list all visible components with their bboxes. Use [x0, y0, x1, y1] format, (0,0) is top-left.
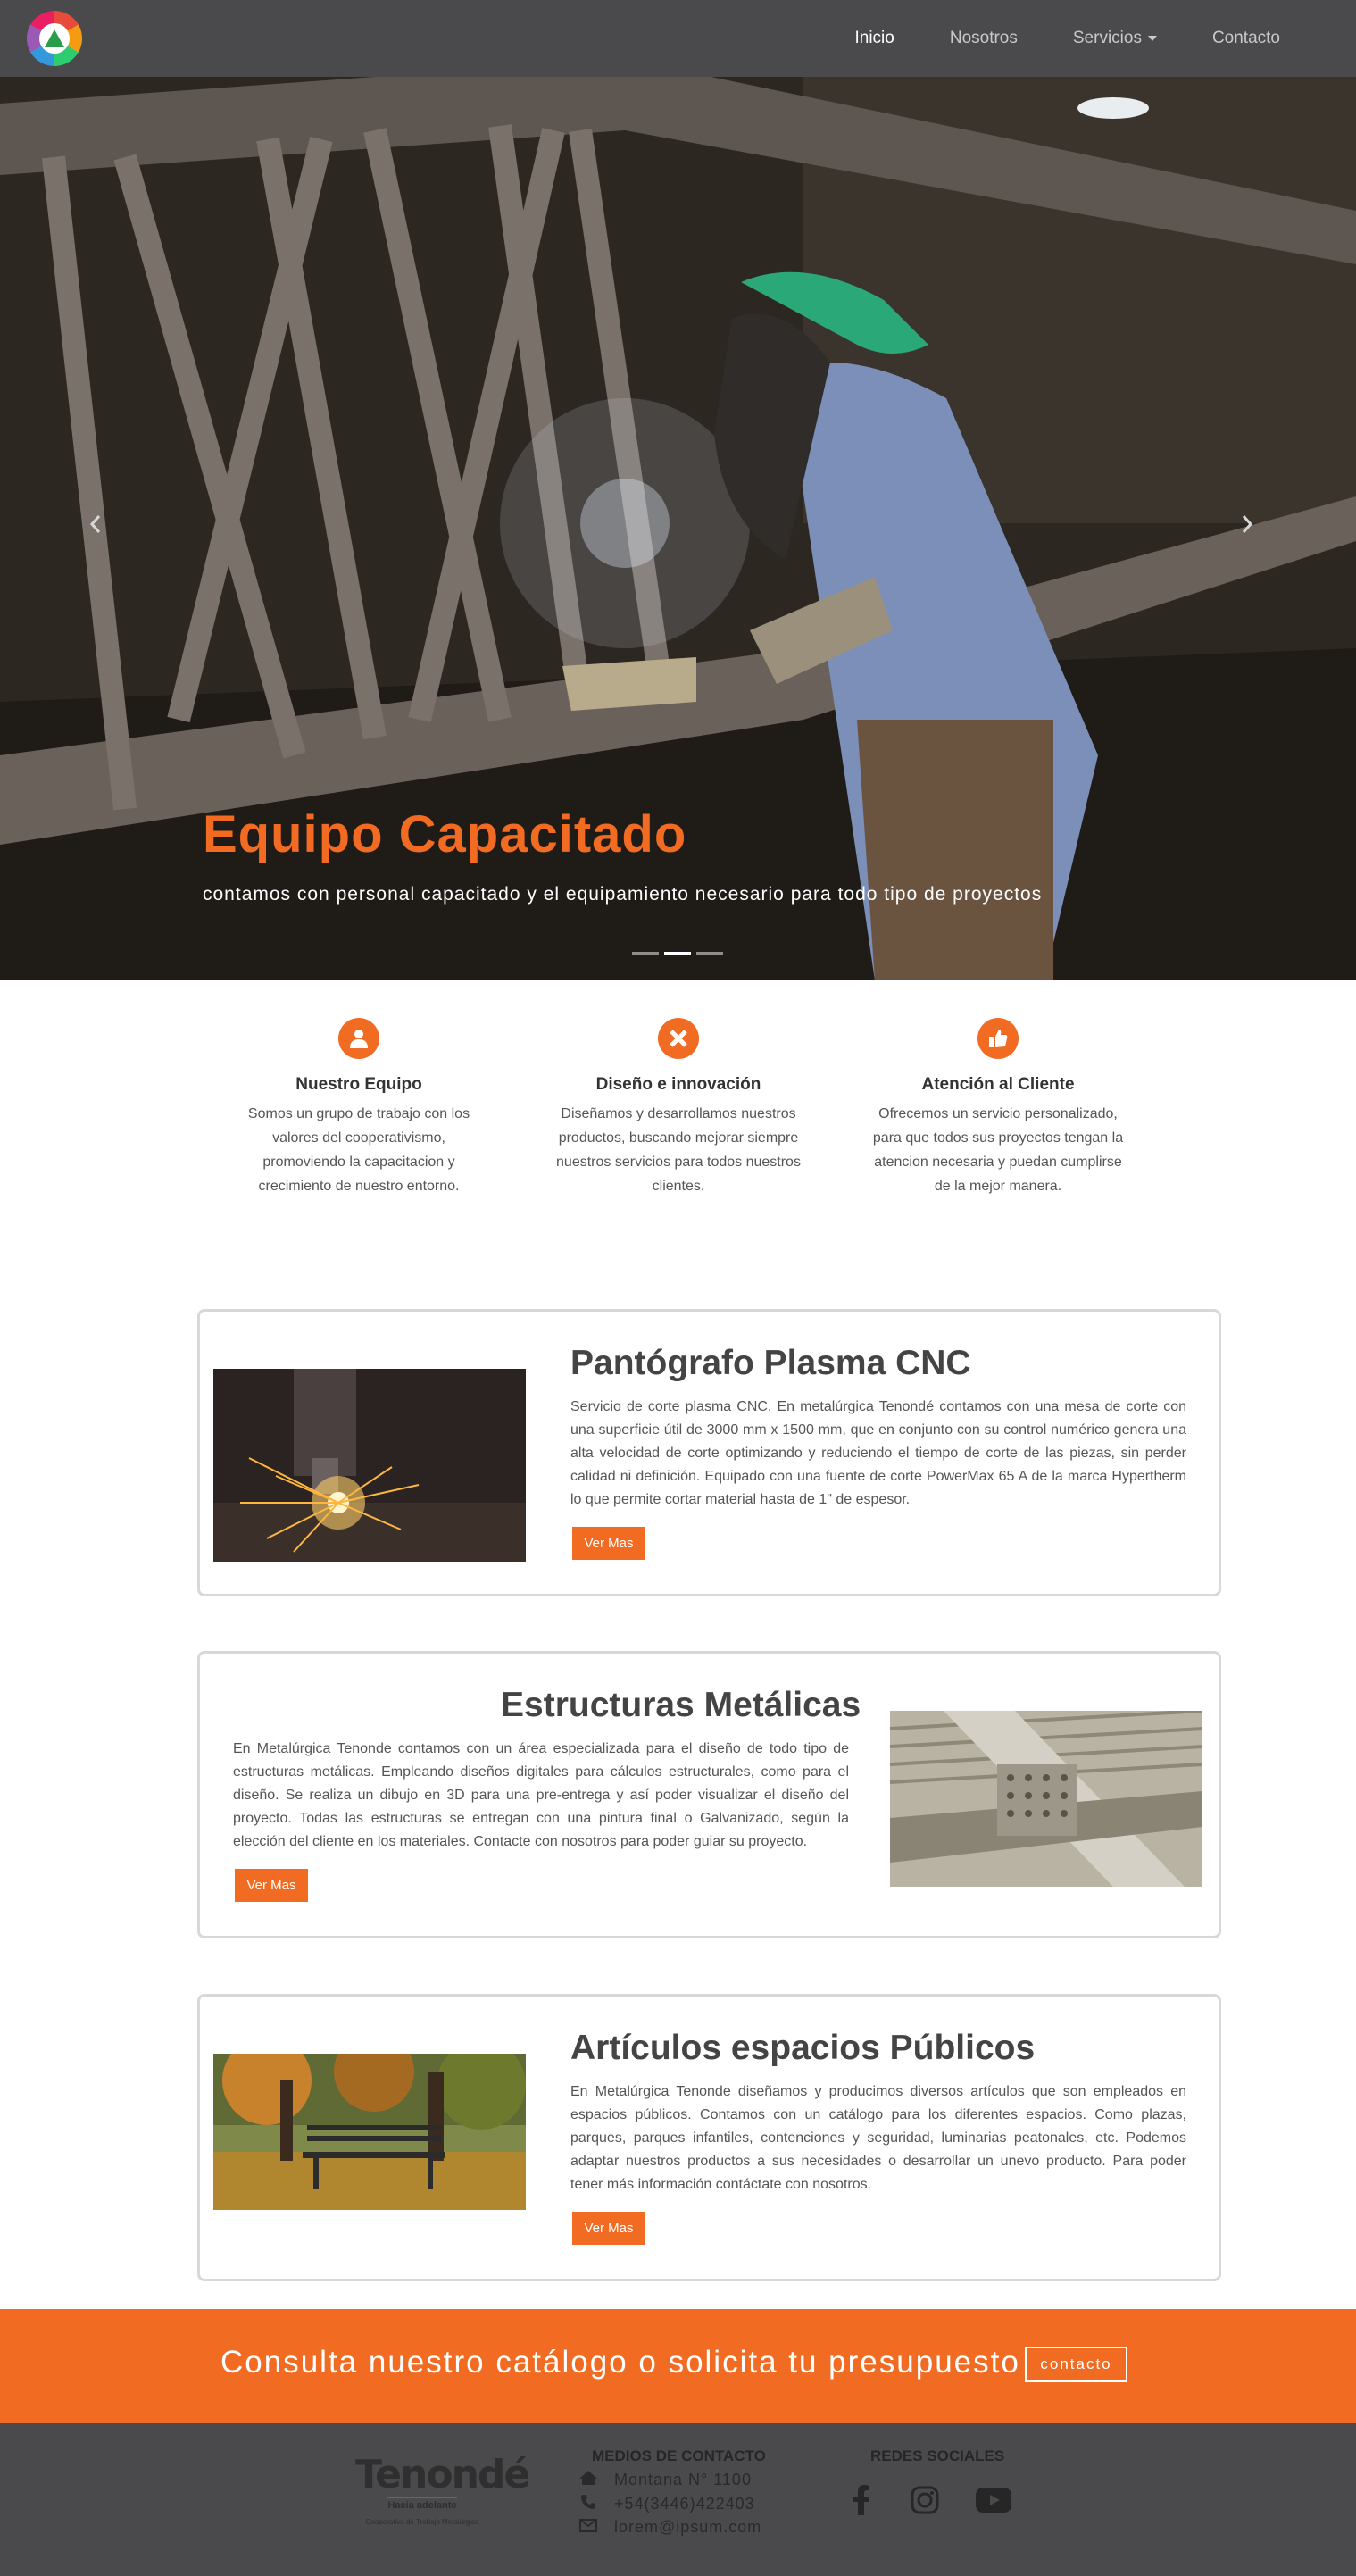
- facebook-icon[interactable]: [844, 2482, 879, 2518]
- caret-down-icon: [1147, 35, 1157, 41]
- contacto-button[interactable]: contacto: [1025, 2347, 1127, 2382]
- service-card-plasma: Pantógrafo Plasma CNC Servicio de corte …: [197, 1309, 1221, 1596]
- contact-email-text[interactable]: lorem@ipsum.com: [614, 2518, 761, 2537]
- card-text: Servicio de corte plasma CNC. En metalúr…: [570, 1399, 1186, 1507]
- feature-text-line: de la mejor manera.: [934, 1179, 1062, 1194]
- carousel-indicators: [632, 952, 723, 955]
- feature-title: Atención al Cliente: [921, 1075, 1075, 1094]
- logo-icon[interactable]: [27, 11, 82, 66]
- service-card-espacios-publicos: Artículos espacios Públicos En Metalúrgi…: [197, 1994, 1221, 2281]
- team-icon: [338, 1018, 379, 1059]
- feature-text: Diseñamos y desarrollamos nuestros produ…: [545, 1102, 812, 1198]
- nav-item-servicios[interactable]: Servicios: [1045, 29, 1185, 48]
- feature-title: Diseño e innovación: [595, 1075, 761, 1094]
- home-icon: [578, 2470, 598, 2490]
- contact-email: lorem@ipsum.com: [578, 2518, 761, 2537]
- navbar: Inicio Nosotros Servicios Contacto: [0, 0, 1356, 77]
- footer-brand: Tenondé: [355, 2452, 530, 2497]
- hero-carousel: Equipo Capacitado contamos con personal …: [0, 77, 1356, 980]
- nav-item-inicio[interactable]: Inicio: [827, 29, 921, 48]
- feature-title: Nuestro Equipo: [295, 1075, 422, 1094]
- card-text: En Metalúrgica Tenonde contamos con un á…: [233, 1741, 849, 1849]
- nav-item-contacto[interactable]: Contacto: [1185, 29, 1308, 48]
- phone-icon: [578, 2494, 598, 2514]
- card-text: En Metalúrgica Tenonde diseñamos y produ…: [570, 2084, 1186, 2192]
- ver-mas-button[interactable]: Ver Mas: [572, 2212, 645, 2245]
- footer-tagline-secondary: Cooperativa de Trabajo Metalúrgica: [365, 2518, 479, 2526]
- contact-phone: +54(3446)422403: [578, 2494, 755, 2514]
- feature-text-line: clientes.: [652, 1179, 705, 1194]
- metal-structure-image: [890, 1711, 1202, 1887]
- design-icon: [658, 1018, 699, 1059]
- cta-banner: Consulta nuestro catálogo o solicita tu …: [0, 2309, 1356, 2423]
- card-title: Estructuras Metálicas: [501, 1686, 861, 1724]
- contact-address-text: Montana N° 1100: [614, 2471, 752, 2488]
- ver-mas-button[interactable]: Ver Mas: [235, 1869, 308, 1902]
- contact-phone-text[interactable]: +54(3446)422403: [614, 2495, 755, 2513]
- nav-item-nosotros[interactable]: Nosotros: [922, 29, 1045, 48]
- youtube-icon[interactable]: [976, 2482, 1011, 2518]
- cta-text: Consulta nuestro catálogo o solicita tu …: [220, 2345, 1020, 2380]
- feature-nuestro-equipo: Nuestro Equipo Somos un grupo de trabajo…: [225, 1018, 493, 1198]
- feature-text-line: Diseñamos y desarrollamos nuestros: [561, 1106, 796, 1121]
- feature-text: Ofrecemos un servicio personalizado, par…: [864, 1102, 1132, 1198]
- nav-links: Inicio Nosotros Servicios Contacto: [827, 0, 1308, 77]
- social-title: REDES SOCIALES: [870, 2447, 1005, 2464]
- nav-item-servicios-label: Servicios: [1072, 29, 1142, 47]
- plasma-cutting-image: [213, 1369, 526, 1562]
- footer-tagline: Hacia adelante: [387, 2497, 457, 2511]
- chevron-right-icon[interactable]: [1241, 514, 1268, 550]
- card-title: Pantógrafo Plasma CNC: [570, 1344, 971, 1382]
- feature-text: Somos un grupo de trabajo con los valore…: [225, 1102, 493, 1198]
- carousel-indicator[interactable]: [696, 952, 723, 955]
- feature-diseno: Diseño e innovación Diseñamos y desarrol…: [545, 1018, 812, 1198]
- feature-text-line: nuestros servicios para todos nuestros: [556, 1155, 801, 1170]
- contact-title: MEDIOS DE CONTACTO: [592, 2447, 766, 2464]
- hero-title: Equipo Capacitado: [203, 805, 687, 863]
- feature-atencion: Atención al Cliente Ofrecemos un servici…: [864, 1018, 1132, 1198]
- feature-text-line: Ofrecemos un servicio personalizado,: [878, 1106, 1118, 1121]
- contact-address: Montana N° 1100: [578, 2470, 752, 2490]
- feature-text-line: Somos un grupo de trabajo con los: [247, 1106, 470, 1121]
- instagram-icon[interactable]: [907, 2482, 943, 2518]
- chevron-left-icon[interactable]: [89, 514, 116, 550]
- envelope-icon: [578, 2518, 598, 2537]
- thumbs-up-icon: [977, 1018, 1019, 1059]
- card-title: Artículos espacios Públicos: [570, 2029, 1036, 2067]
- park-bench-image: [213, 2054, 526, 2210]
- carousel-indicator[interactable]: [632, 952, 659, 955]
- feature-text-line: para que todos sus proyectos tengan la: [872, 1130, 1124, 1146]
- feature-text-line: promoviendo la capacitacion y: [262, 1155, 455, 1170]
- hero-subtitle: contamos con personal capacitado y el eq…: [203, 884, 1043, 905]
- feature-text-line: crecimiento de nuestro entorno.: [258, 1179, 460, 1194]
- feature-text-line: productos, buscando mejorar siempre: [558, 1130, 799, 1146]
- footer-logo: Tenondé Hacia adelante Cooperativa de Tr…: [355, 2452, 530, 2527]
- ver-mas-button[interactable]: Ver Mas: [572, 1527, 645, 1560]
- carousel-indicator[interactable]: [664, 952, 691, 955]
- feature-text-line: atencion necesaria y puedan cumplirse: [874, 1155, 1122, 1170]
- service-card-estructuras: Estructuras Metálicas En Metalúrgica Ten…: [197, 1651, 1221, 1938]
- feature-text-line: valores del cooperativismo,: [272, 1130, 445, 1146]
